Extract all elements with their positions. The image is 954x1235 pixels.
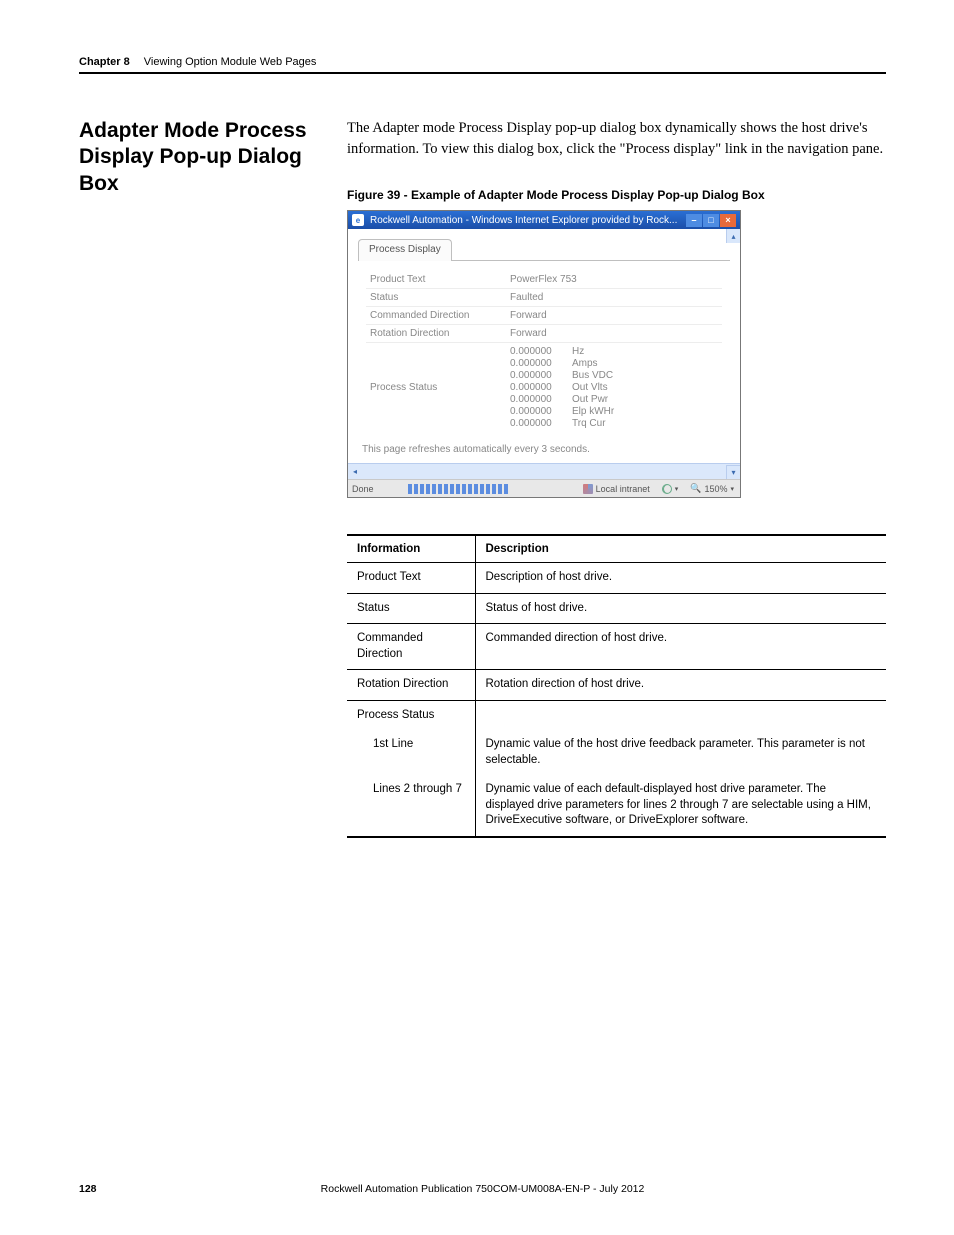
proc-value: 0.000000	[510, 382, 572, 393]
table-row: Product TextDescription of host drive.	[347, 563, 886, 594]
horizontal-scrollbar[interactable]: ◂ ▸	[348, 463, 740, 479]
proc-value: 0.000000	[510, 406, 572, 417]
scroll-up-icon[interactable]: ▴	[726, 229, 740, 243]
publication-info: Rockwell Automation Publication 750COM-U…	[321, 1183, 645, 1195]
header-rule	[79, 72, 886, 74]
proc-unit: Out Vlts	[572, 382, 718, 393]
ie-titlebar: e Rockwell Automation - Windows Internet…	[348, 211, 740, 229]
proc-unit: Out Pwr	[572, 394, 718, 405]
progress-bar	[408, 484, 508, 494]
minimize-button[interactable]: –	[686, 214, 702, 227]
status-done: Done	[348, 484, 408, 494]
proc-value: 0.000000	[510, 370, 572, 381]
proc-unit: Elp kWHr	[572, 406, 718, 417]
protected-mode: ▾	[656, 484, 685, 494]
ie-window: e Rockwell Automation - Windows Internet…	[347, 210, 741, 498]
row-product-text: Product Text PowerFlex 753	[366, 271, 722, 289]
proc-unit: Hz	[572, 346, 718, 357]
scroll-left-icon[interactable]: ◂	[348, 467, 362, 476]
process-status-grid: 0.000000Hz0.000000Amps0.000000Bus VDC0.0…	[510, 346, 718, 429]
chapter-label: Chapter 8	[79, 56, 130, 68]
intro-paragraph: The Adapter mode Process Display pop-up …	[347, 118, 886, 160]
tab-panel: Product Text PowerFlex 753 Status Faulte…	[358, 260, 730, 438]
th-description: Description	[475, 535, 886, 563]
chapter-title: Viewing Option Module Web Pages	[144, 56, 317, 68]
proc-value: 0.000000	[510, 394, 572, 405]
info-table: Information Description Product TextDesc…	[347, 534, 886, 838]
row-cmd-direction: Commanded Direction Forward	[366, 307, 722, 325]
refresh-note: This page refreshes automatically every …	[348, 438, 740, 463]
table-row-process-status: Process Status	[347, 700, 886, 730]
table-row: Rotation DirectionRotation direction of …	[347, 670, 886, 701]
proc-unit: Amps	[572, 358, 718, 369]
row-status: Status Faulted	[366, 289, 722, 307]
figure-caption: Figure 39 - Example of Adapter Mode Proc…	[347, 188, 886, 202]
table-row: StatusStatus of host drive.	[347, 593, 886, 624]
proc-unit: Trq Cur	[572, 418, 718, 429]
ie-title-text: Rockwell Automation - Windows Internet E…	[370, 215, 680, 226]
proc-value: 0.000000	[510, 346, 572, 357]
maximize-button[interactable]: □	[703, 214, 719, 227]
globe-icon	[662, 484, 672, 494]
proc-value: 0.000000	[510, 358, 572, 369]
th-information: Information	[347, 535, 475, 563]
security-zone: Local intranet	[577, 484, 656, 494]
page-footer: 128 Rockwell Automation Publication 750C…	[79, 1183, 886, 1195]
proc-value: 0.000000	[510, 418, 572, 429]
row-rot-direction: Rotation Direction Forward	[366, 325, 722, 343]
table-row: Commanded DirectionCommanded direction o…	[347, 624, 886, 670]
row-process-status: Process Status 0.000000Hz0.000000Amps0.0…	[366, 343, 722, 432]
tab-process-display[interactable]: Process Display	[358, 239, 452, 261]
shield-icon	[583, 484, 593, 494]
close-button[interactable]: ×	[720, 214, 736, 227]
ie-statusbar: Done Local intranet ▾ 🔍 150% ▾	[348, 479, 740, 497]
ie-favicon: e	[352, 214, 364, 226]
page-number: 128	[79, 1183, 97, 1195]
table-row-ps-lines2-7: Lines 2 through 7 Dynamic value of each …	[347, 775, 886, 837]
table-row-ps-line1: 1st Line Dynamic value of the host drive…	[347, 730, 886, 775]
scroll-down-icon[interactable]: ▾	[726, 465, 740, 479]
proc-unit: Bus VDC	[572, 370, 718, 381]
section-title: Adapter Mode Process Display Pop-up Dial…	[79, 118, 347, 197]
zoom-level[interactable]: 🔍 150% ▾	[684, 483, 740, 494]
